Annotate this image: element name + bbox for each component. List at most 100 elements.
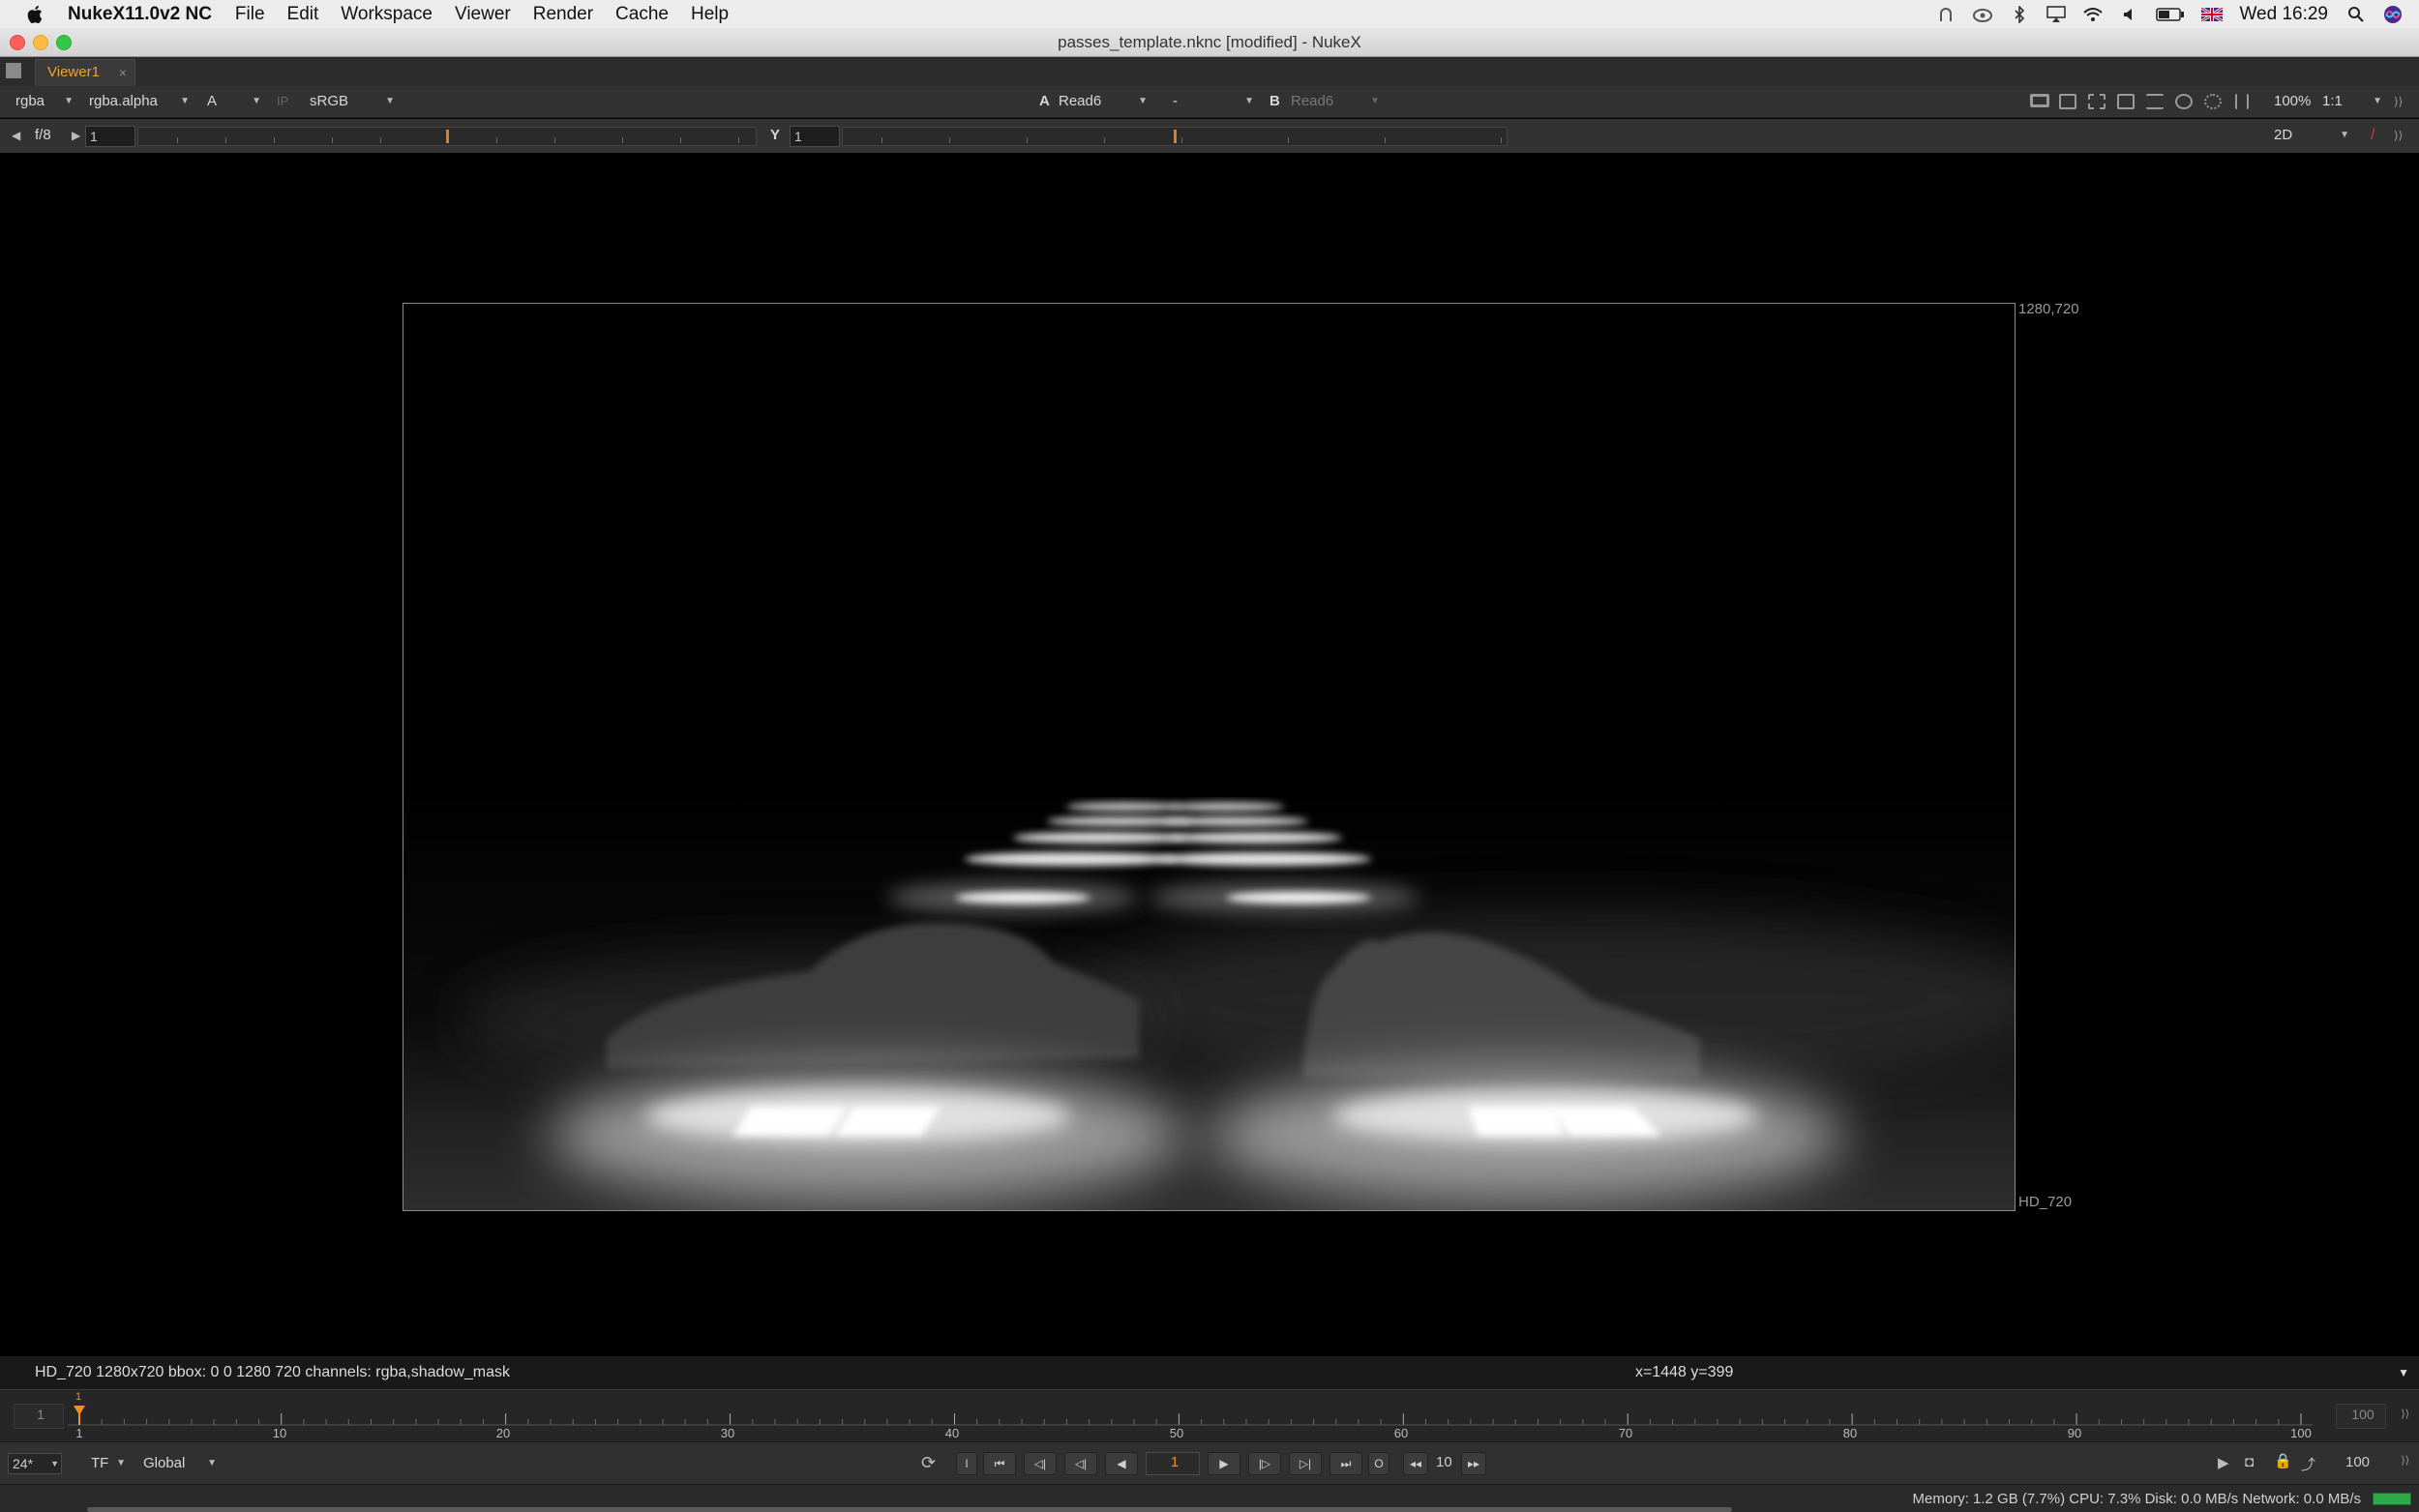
pause-icon[interactable]: [2235, 94, 2249, 109]
spotlight-search-icon[interactable]: [2345, 6, 2367, 23]
lock-range-icon[interactable]: 🔒: [2274, 1452, 2292, 1469]
chevron-down-icon: ▼: [116, 1458, 126, 1468]
clipping-warning-icon[interactable]: [2088, 94, 2105, 109]
fps-field[interactable]: 24* ▼: [8, 1453, 62, 1474]
compare-mode-dropdown[interactable]: - ▼: [1173, 91, 1254, 112]
minimize-window-button[interactable]: [33, 35, 48, 50]
channels-dropdown[interactable]: rgba ▼: [15, 91, 74, 112]
close-window-button[interactable]: [10, 35, 25, 50]
compare-mode-value: -: [1173, 93, 1178, 109]
zoom-level[interactable]: 100%: [2274, 91, 2311, 112]
format-dimensions-label: 1280,720: [2018, 301, 2079, 317]
menu-help[interactable]: Help: [691, 4, 729, 25]
display-channel-dropdown[interactable]: A ▼: [207, 91, 261, 112]
gamma-slider[interactable]: [842, 127, 1508, 146]
previous-keyframe-icon[interactable]: ◁|: [1024, 1452, 1057, 1475]
first-frame-icon[interactable]: ⏮: [983, 1452, 1016, 1475]
next-keyframe-icon[interactable]: ▷|: [1289, 1452, 1322, 1475]
airplay-icon[interactable]: [2046, 5, 2067, 23]
menubar-clock[interactable]: Wed 16:29: [2239, 4, 2328, 25]
tab-viewer1[interactable]: Viewer1 ×: [35, 59, 135, 86]
proxy-value: 1:1: [2322, 93, 2343, 109]
current-frame-field[interactable]: 1: [1146, 1452, 1200, 1475]
colorspace-value: sRGB: [310, 93, 349, 109]
toolbar-expand-icon[interactable]: ⟩⟩: [2394, 125, 2403, 146]
overlay-icon[interactable]: [2117, 94, 2135, 109]
export-icon[interactable]: ⤴: [2301, 1454, 2315, 1474]
in-point-button[interactable]: I: [956, 1452, 977, 1475]
lines-icon[interactable]: [2146, 94, 2164, 109]
gain-input[interactable]: 1: [85, 126, 135, 147]
panel-menu-icon[interactable]: [6, 63, 21, 78]
timeline-expand-icon[interactable]: ⟩⟩: [2401, 1408, 2409, 1420]
menu-edit[interactable]: Edit: [287, 4, 319, 25]
timeline[interactable]: 1 100 1 1 10 20 30 40 50 60 70 80 90 100…: [0, 1389, 2419, 1441]
menu-viewer[interactable]: Viewer: [455, 4, 511, 25]
info-bar-expand-icon[interactable]: ▼: [2398, 1356, 2409, 1389]
display-channel-value: A: [207, 93, 218, 109]
window-title-bar: passes_template.nknc [modified] - NukeX: [0, 28, 2419, 57]
channel-layer-dropdown[interactable]: rgba.alpha ▼: [89, 91, 190, 112]
colorspace-dropdown[interactable]: sRGB ▼: [310, 91, 395, 112]
play-backward-icon[interactable]: ◀: [1105, 1452, 1138, 1475]
toolbar-expand-icon[interactable]: ⟩⟩: [2394, 91, 2403, 112]
b-input-dropdown[interactable]: Read6 ▼: [1291, 91, 1380, 112]
out-point-button[interactable]: O: [1368, 1452, 1389, 1475]
last-frame-icon[interactable]: ⏭: [1329, 1452, 1362, 1475]
horizontal-scrollbar[interactable]: [87, 1507, 1732, 1512]
creative-cloud-icon[interactable]: [1972, 6, 1993, 23]
battery-icon[interactable]: [2156, 6, 2185, 23]
view-mode-value: 2D: [2274, 127, 2293, 143]
gain-slider-handle[interactable]: [446, 130, 449, 143]
step-back-icon[interactable]: ◁|: [1064, 1452, 1097, 1475]
fstop-value[interactable]: f/8: [35, 125, 51, 146]
gain-slider[interactable]: [137, 127, 757, 146]
paint-brush-icon[interactable]: /: [2371, 125, 2374, 146]
controls-expand-icon[interactable]: ⟩⟩: [2401, 1454, 2409, 1467]
flipbook-icon[interactable]: ▶: [2218, 1454, 2229, 1471]
bluetooth-icon[interactable]: [2009, 5, 2030, 23]
app-name-menu[interactable]: NukeX11.0v2 NC: [68, 4, 212, 25]
skip-back-icon[interactable]: ◂◂: [1403, 1452, 1428, 1475]
gamma-input[interactable]: 1: [790, 126, 840, 147]
menu-workspace[interactable]: Workspace: [341, 4, 433, 25]
gpu-icon[interactable]: [2204, 94, 2222, 109]
tab-close-icon[interactable]: ×: [119, 60, 127, 85]
volume-icon[interactable]: [2119, 6, 2140, 23]
step-forward-icon[interactable]: |▷: [1248, 1452, 1281, 1475]
fstop-increase-icon[interactable]: ▶: [72, 125, 80, 146]
roi-icon[interactable]: [2030, 94, 2049, 107]
menu-render[interactable]: Render: [533, 4, 593, 25]
menu-file[interactable]: File: [235, 4, 265, 25]
timeline-tick-100: 100: [2290, 1426, 2312, 1440]
view-mode-dropdown[interactable]: 2D ▼: [2274, 125, 2349, 146]
skip-forward-icon[interactable]: ▸▸: [1461, 1452, 1486, 1475]
input-source-flag-icon[interactable]: [2200, 6, 2224, 23]
status-bar: Memory: 1.2 GB (7.7%) CPU: 7.3% Disk: 0.…: [0, 1484, 2419, 1512]
chevron-down-icon: ▼: [252, 96, 261, 106]
proxy-dropdown[interactable]: 1:1 ▼: [2322, 91, 2382, 112]
timeline-ruler[interactable]: [0, 1390, 2419, 1442]
zoom-window-button[interactable]: [56, 35, 72, 50]
frame-icon[interactable]: [2059, 94, 2076, 109]
fstop-decrease-icon[interactable]: ◀: [12, 125, 20, 146]
refresh-viewer-icon[interactable]: [2175, 94, 2193, 109]
tf-dropdown[interactable]: TF ▼: [91, 1453, 126, 1474]
window-title: passes_template.nknc [modified] - NukeX: [1058, 33, 1361, 51]
siri-icon[interactable]: [2382, 5, 2404, 23]
menu-cache[interactable]: Cache: [615, 4, 669, 25]
skip-increment[interactable]: 10: [1436, 1454, 1452, 1470]
time-machine-icon[interactable]: [1935, 6, 1956, 23]
range-mode-dropdown[interactable]: Global ▼: [143, 1453, 217, 1474]
play-forward-icon[interactable]: ▶: [1208, 1452, 1240, 1475]
input-process-toggle[interactable]: IP: [277, 91, 288, 112]
capture-icon[interactable]: ◘: [2245, 1454, 2254, 1470]
a-input-dropdown[interactable]: Read6 ▼: [1059, 91, 1148, 112]
gamma-slider-handle[interactable]: [1174, 130, 1177, 143]
viewer-canvas[interactable]: 1280,720 HD_720: [0, 153, 2419, 1356]
apple-menu-icon[interactable]: [25, 4, 46, 25]
wifi-icon[interactable]: [2082, 6, 2104, 23]
end-frame-value[interactable]: 100: [2345, 1454, 2370, 1470]
cursor-coordinates: x=1448 y=399: [1635, 1364, 1734, 1380]
playback-mode-icon[interactable]: ⟳: [921, 1453, 936, 1473]
